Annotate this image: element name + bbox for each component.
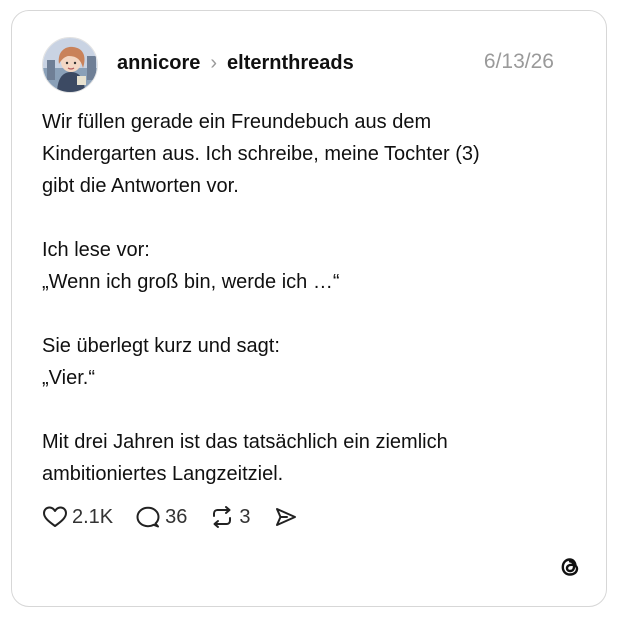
body-line: „Vier.“ xyxy=(42,367,95,389)
share-button[interactable] xyxy=(273,505,303,529)
avatar-illustration xyxy=(43,38,97,92)
body-line: Sie überlegt kurz und sagt: xyxy=(42,335,280,357)
like-button[interactable]: 2.1K xyxy=(42,505,113,529)
like-count: 2.1K xyxy=(72,505,114,528)
comment-bubble-icon xyxy=(136,506,160,528)
avatar[interactable] xyxy=(42,37,98,93)
username[interactable]: annicore xyxy=(117,52,200,75)
share-send-icon xyxy=(275,508,296,526)
heart-icon xyxy=(43,506,67,527)
post-header: annicore › elternthreads xyxy=(117,49,354,77)
action-bar: 2.1K 36 3 xyxy=(42,503,325,531)
body-line: Wir füllen gerade ein Freundebuch aus de… xyxy=(42,111,432,133)
threads-logo-icon[interactable] xyxy=(557,554,583,580)
comment-count: 36 xyxy=(165,505,188,528)
body-line: Kindergarten aus. Ich schreibe, meine To… xyxy=(42,143,480,165)
post-body: Wir füllen gerade ein Freundebuch aus de… xyxy=(42,106,582,490)
body-line: Mit drei Jahren ist das tatsächlich ein … xyxy=(42,431,448,453)
body-line: Ich lese vor: xyxy=(42,239,150,261)
body-line: gibt die Antworten vor. xyxy=(42,175,239,197)
repost-icon xyxy=(213,506,232,528)
post-date: 6/13/26 xyxy=(483,50,554,73)
repost-button[interactable]: 3 xyxy=(209,505,251,529)
comment-button[interactable]: 36 xyxy=(135,505,187,529)
chevron-right-icon: › xyxy=(210,51,218,74)
repost-count: 3 xyxy=(239,505,251,528)
body-line: ambitioniertes Langzeitziel. xyxy=(42,463,284,485)
community-name[interactable]: elternthreads xyxy=(227,52,354,75)
body-line: „Wenn ich groß bin, werde ich …“ xyxy=(42,271,340,293)
